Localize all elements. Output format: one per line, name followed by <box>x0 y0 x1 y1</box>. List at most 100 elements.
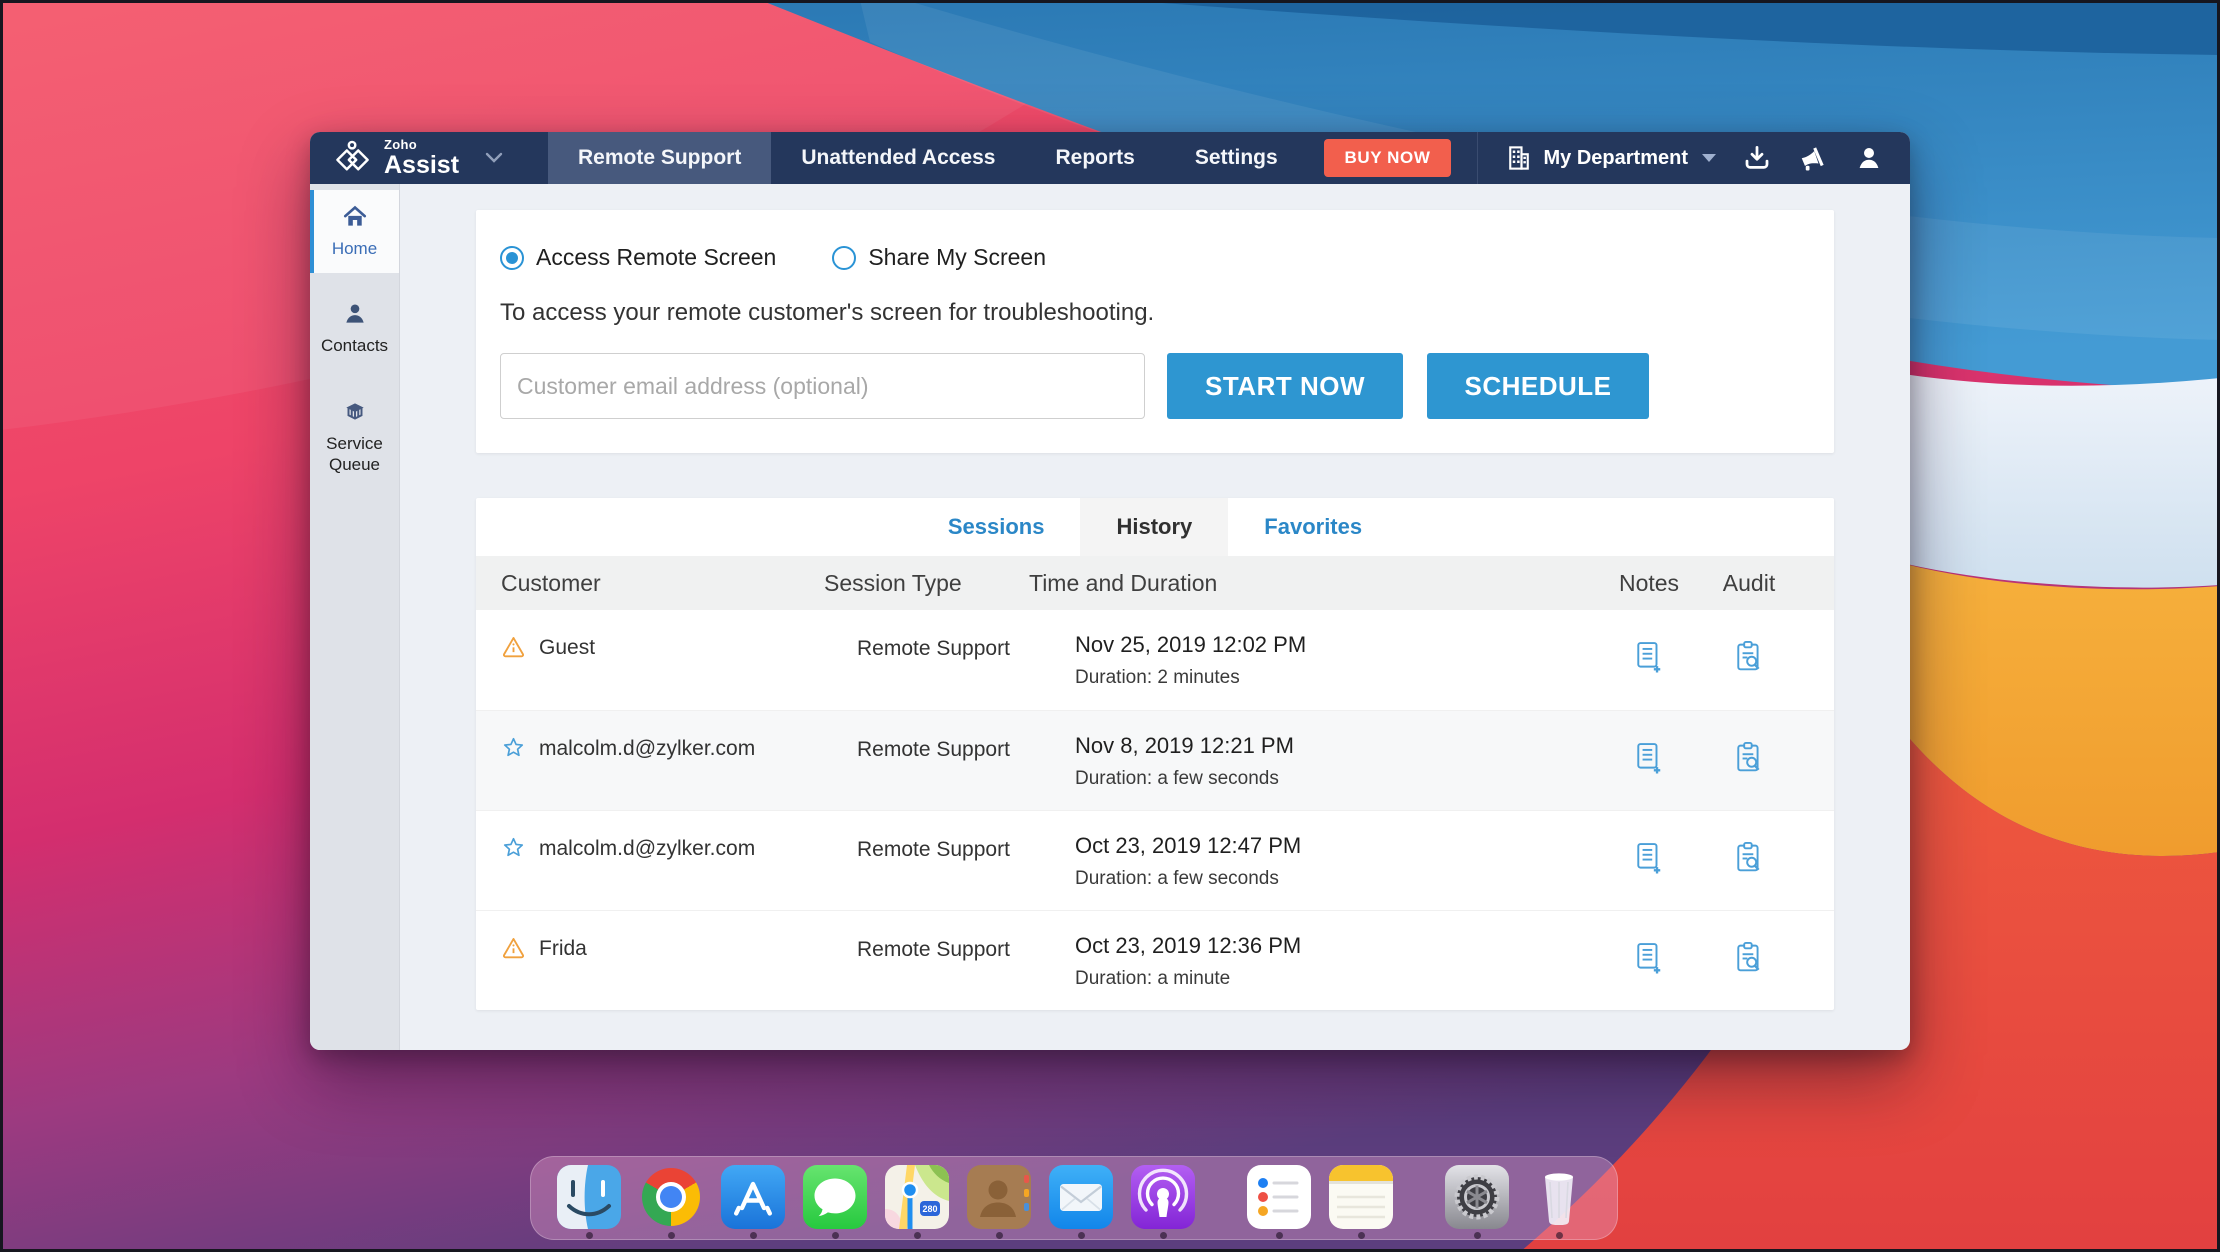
star-icon[interactable] <box>501 835 526 860</box>
brand-text: Zoho Assist <box>384 138 459 178</box>
running-indicator <box>913 1232 921 1239</box>
customer-name: Guest <box>539 636 596 659</box>
user-icon[interactable] <box>1854 143 1884 173</box>
alert-icon <box>503 938 524 959</box>
zoho-assist-window: Zoho Assist Remote Support Unattended Ac… <box>310 132 1910 1050</box>
session-duration: Duration: a few seconds <box>1075 868 1279 889</box>
svg-text:280: 280 <box>922 1204 937 1214</box>
audit-icon[interactable] <box>1734 640 1764 675</box>
dock-system-preferences[interactable] <box>1445 1165 1509 1239</box>
audit-icon[interactable] <box>1734 941 1764 976</box>
dock-notes[interactable] <box>1329 1165 1393 1239</box>
dock-contacts[interactable] <box>967 1165 1031 1239</box>
session-duration: Duration: 2 minutes <box>1075 667 1240 688</box>
add-note-icon[interactable] <box>1634 741 1664 776</box>
access-description: To access your remote customer's screen … <box>500 299 1155 326</box>
column-header-customer: Customer <box>501 569 601 596</box>
session-type: Remote Support <box>857 838 1010 861</box>
sidebar-item-home[interactable]: Home <box>310 190 399 274</box>
main-nav-tabs: Remote Support Unattended Access Reports… <box>548 132 1308 184</box>
schedule-button[interactable]: SCHEDULE <box>1427 353 1649 419</box>
table-row: malcolm.d@zylker.com Remote Support Nov … <box>476 710 1834 810</box>
tab-history[interactable]: History <box>1080 498 1229 556</box>
add-note-icon[interactable] <box>1634 640 1664 675</box>
chrome-icon <box>639 1165 703 1229</box>
dock-app-store[interactable] <box>721 1165 785 1239</box>
sidebar-item-service-queue[interactable]: Service Queue <box>310 385 399 490</box>
audit-icon[interactable] <box>1734 841 1764 876</box>
dock-mail[interactable] <box>1049 1165 1113 1239</box>
radio-label: Share My Screen <box>868 244 1047 270</box>
app-store-icon <box>721 1165 785 1229</box>
sidebar-item-label: Contacts <box>320 336 389 356</box>
brand-zoho: Zoho <box>384 137 417 153</box>
tab-reports[interactable]: Reports <box>1025 132 1164 184</box>
desktop: Zoho Assist Remote Support Unattended Ac… <box>0 0 2220 1252</box>
session-type: Remote Support <box>857 738 1010 761</box>
contacts-app-icon <box>967 1165 1031 1229</box>
trash-icon <box>1545 1173 1573 1225</box>
dock-reminders[interactable] <box>1247 1165 1311 1239</box>
star-icon[interactable] <box>501 735 526 760</box>
announcement-icon[interactable] <box>1798 143 1828 173</box>
tab-unattended-access[interactable]: Unattended Access <box>771 132 1025 184</box>
home-icon <box>343 205 366 226</box>
customer-name: malcolm.d@zylker.com <box>539 737 756 760</box>
audit-icon[interactable] <box>1734 741 1764 776</box>
customer-name: Frida <box>539 937 587 960</box>
session-duration: Duration: a few seconds <box>1075 768 1279 789</box>
tab-favorites[interactable]: Favorites <box>1228 498 1398 556</box>
podcasts-icon <box>1131 1165 1195 1229</box>
dock-podcasts[interactable] <box>1131 1165 1195 1239</box>
sidebar-item-label: Home <box>331 239 378 258</box>
running-indicator <box>1357 1232 1365 1239</box>
building-icon <box>1508 146 1529 170</box>
sidebar-item-label: Service Queue <box>326 433 383 474</box>
dock-trash[interactable] <box>1527 1165 1591 1239</box>
app-logo: Zoho Assist <box>310 132 548 184</box>
start-now-button[interactable]: START NOW <box>1167 353 1403 419</box>
running-indicator <box>667 1232 675 1239</box>
session-mode-radios: Access Remote Screen Share My Screen <box>500 244 1810 271</box>
session-type: Remote Support <box>857 938 1010 961</box>
radio-access-remote-screen[interactable]: Access Remote Screen <box>500 244 776 271</box>
department-selector[interactable]: My Department <box>1504 143 1716 173</box>
messages-icon <box>803 1165 867 1229</box>
running-indicator <box>995 1232 1003 1239</box>
radio-share-my-screen[interactable]: Share My Screen <box>832 244 1046 271</box>
service-queue-icon <box>345 402 364 420</box>
running-indicator <box>1555 1232 1563 1239</box>
running-indicator <box>749 1232 757 1239</box>
session-duration: Duration: a minute <box>1075 968 1231 989</box>
column-header-audit: Audit <box>1722 569 1776 596</box>
add-note-icon[interactable] <box>1634 941 1664 976</box>
session-type: Remote Support <box>857 637 1010 660</box>
running-indicator <box>1077 1232 1085 1239</box>
session-action-row: START NOW SCHEDULE <box>500 353 1810 419</box>
navbar-right: BUY NOW My Department <box>1324 132 1910 184</box>
buy-now-button[interactable]: BUY NOW <box>1324 139 1451 177</box>
maps-icon: 280 <box>885 1165 949 1229</box>
dock-maps[interactable]: 280 <box>885 1165 949 1239</box>
running-indicator <box>1159 1232 1167 1239</box>
navbar-divider <box>1476 132 1478 184</box>
sidebar: Home Contacts Service Queue <box>310 184 400 1050</box>
dock-chrome[interactable] <box>639 1165 703 1239</box>
zoho-assist-logo-icon <box>336 140 369 171</box>
mail-icon <box>1049 1165 1113 1229</box>
running-indicator <box>1473 1232 1481 1239</box>
column-header-time-duration: Time and Duration <box>1029 569 1218 596</box>
sidebar-item-contacts[interactable]: Contacts <box>310 287 399 370</box>
customer-email-input[interactable] <box>500 353 1145 419</box>
dock-finder[interactable] <box>557 1165 621 1239</box>
table-row: Guest Remote Support Nov 25, 2019 12:02 … <box>476 610 1834 710</box>
caret-down-icon <box>1702 154 1716 162</box>
chevron-down-icon[interactable] <box>485 152 503 164</box>
tab-sessions[interactable]: Sessions <box>912 498 1081 556</box>
tab-remote-support[interactable]: Remote Support <box>548 132 772 184</box>
add-note-icon[interactable] <box>1634 841 1664 876</box>
tab-settings[interactable]: Settings <box>1165 132 1308 184</box>
dock-messages[interactable] <box>803 1165 867 1239</box>
download-icon[interactable] <box>1742 143 1772 173</box>
dock: 280 <box>530 1156 1618 1240</box>
